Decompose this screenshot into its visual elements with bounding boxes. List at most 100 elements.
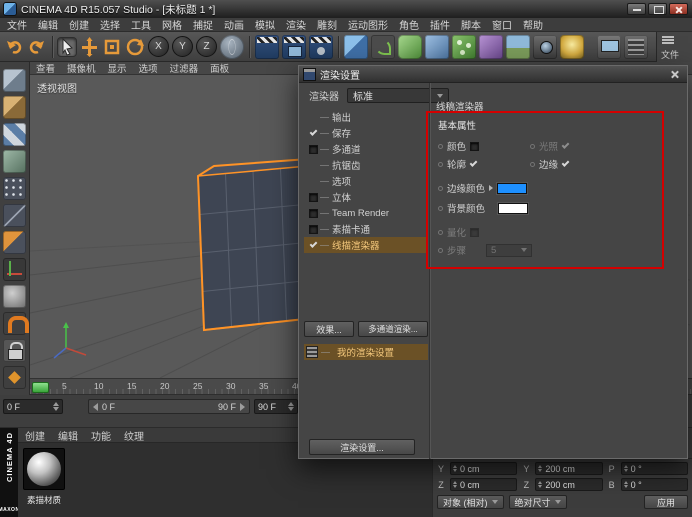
vmenu-display[interactable]: 显示 <box>108 62 127 75</box>
edges-mode-icon[interactable] <box>3 204 26 227</box>
menu-mesh[interactable]: 网格 <box>162 17 182 32</box>
dock-menu-file[interactable]: 文件 <box>661 50 679 60</box>
menu-select[interactable]: 选择 <box>100 17 120 32</box>
background-color-swatch[interactable] <box>498 203 528 214</box>
coordinate-system-icon[interactable] <box>220 35 244 59</box>
menu-file[interactable]: 文件 <box>7 17 27 32</box>
size-mode-select[interactable]: 绝对尺寸 <box>509 495 567 509</box>
menu-animate[interactable]: 动画 <box>224 17 244 32</box>
value-stepper[interactable] <box>624 465 628 472</box>
texture-mode-icon[interactable] <box>3 123 26 146</box>
polygons-mode-icon[interactable] <box>3 231 26 254</box>
preview-range-slider[interactable]: 0 F 90 F <box>88 399 250 414</box>
frame-stepper[interactable] <box>53 402 59 411</box>
value-stepper[interactable] <box>624 481 628 488</box>
render-item-save[interactable]: 保存 <box>304 125 426 141</box>
enable-axis-icon[interactable] <box>3 258 26 281</box>
spline-pen-icon[interactable] <box>371 35 395 59</box>
panel-menu-icon[interactable] <box>662 36 674 44</box>
end-frame-field[interactable]: 90 F <box>254 399 298 414</box>
value-stepper[interactable] <box>538 465 542 472</box>
points-mode-icon[interactable] <box>3 177 26 200</box>
menu-help[interactable]: 帮助 <box>523 17 543 32</box>
keyframe-selection-icon[interactable] <box>3 366 26 389</box>
checkbox-icon[interactable] <box>309 145 318 154</box>
generator-icon[interactable] <box>398 35 422 59</box>
render-item-multipass[interactable]: 多通道 <box>304 141 426 157</box>
deformer-icon[interactable] <box>479 35 503 59</box>
position-z-field[interactable]: 0 cm <box>450 478 517 491</box>
modifier-icon[interactable] <box>425 35 449 59</box>
coordinate-mode-select[interactable]: 对象 (相对) <box>437 495 504 509</box>
matmenu-function[interactable]: 功能 <box>91 428 111 443</box>
checkbox-icon[interactable] <box>309 225 318 234</box>
expander-icon[interactable] <box>489 185 493 191</box>
axis-x-button[interactable]: X <box>148 36 169 57</box>
matmenu-texture[interactable]: 纹理 <box>124 428 144 443</box>
model-mode-icon[interactable] <box>3 96 26 119</box>
size-z-field[interactable]: 200 cm <box>535 478 602 491</box>
material-thumbnail[interactable] <box>23 448 65 490</box>
close-button[interactable] <box>669 3 688 15</box>
menu-character[interactable]: 角色 <box>399 17 419 32</box>
menu-window[interactable]: 窗口 <box>492 17 512 32</box>
rotation-p-field[interactable]: 0 ° <box>621 462 688 475</box>
light-icon[interactable] <box>560 35 584 59</box>
render-item-antialiasing[interactable]: 抗锯齿 <box>304 157 426 173</box>
content-browser-icon[interactable] <box>624 35 648 59</box>
value-stepper[interactable] <box>538 481 542 488</box>
frame-stepper[interactable] <box>288 402 294 411</box>
menu-create[interactable]: 创建 <box>69 17 89 32</box>
render-settings-button[interactable]: 渲染设置... <box>309 439 415 455</box>
make-editable-icon[interactable] <box>3 69 26 92</box>
matmenu-edit[interactable]: 编辑 <box>58 428 78 443</box>
edge-color-swatch[interactable] <box>497 183 527 194</box>
menu-script[interactable]: 脚本 <box>461 17 481 32</box>
timeline-range-marker[interactable] <box>32 382 49 393</box>
menu-snap[interactable]: 捕捉 <box>193 17 213 32</box>
menu-edit[interactable]: 编辑 <box>38 17 58 32</box>
rotate-tool-icon[interactable] <box>125 37 145 57</box>
render-item-line-renderer[interactable]: 线描渲染器 <box>304 237 426 253</box>
vmenu-options[interactable]: 选项 <box>139 62 158 75</box>
render-item-options[interactable]: 选项 <box>304 173 426 189</box>
move-tool-icon[interactable] <box>79 37 99 57</box>
current-frame-field[interactable]: 0 F <box>3 399 63 414</box>
render-item-stereoscopic[interactable]: 立体 <box>304 189 426 205</box>
add-cube-icon[interactable] <box>344 35 368 59</box>
size-y-field[interactable]: 200 cm <box>535 462 602 475</box>
value-stepper[interactable] <box>453 465 457 472</box>
checkbox-icon[interactable] <box>309 193 318 202</box>
vmenu-panel[interactable]: 面板 <box>210 62 229 75</box>
maximize-button[interactable] <box>648 3 667 15</box>
menu-tools[interactable]: 工具 <box>131 17 151 32</box>
vmenu-view[interactable]: 查看 <box>36 62 55 75</box>
camera-icon[interactable] <box>533 35 557 59</box>
viewport-solo-icon[interactable] <box>3 285 26 308</box>
dialog-close-icon[interactable] <box>668 68 682 80</box>
position-y-field[interactable]: 0 cm <box>450 462 517 475</box>
range-right-arrow[interactable] <box>240 403 245 411</box>
undo-icon[interactable] <box>4 37 24 57</box>
menu-sculpt[interactable]: 雕刻 <box>317 17 337 32</box>
axis-z-button[interactable]: Z <box>196 36 217 57</box>
title-bar[interactable]: CINEMA 4D R15.057 Studio - [未标题 1 *] <box>0 0 692 18</box>
environment-icon[interactable] <box>506 35 530 59</box>
apply-button[interactable]: 应用 <box>644 495 688 509</box>
redo-icon[interactable] <box>27 37 47 57</box>
workplane-mode-icon[interactable] <box>3 150 26 173</box>
menu-mograph[interactable]: 运动图形 <box>348 17 388 32</box>
menu-render[interactable]: 渲染 <box>286 17 306 32</box>
display-mode-icon[interactable] <box>597 35 621 59</box>
dialog-title-bar[interactable]: 渲染设置 <box>299 66 687 83</box>
rotation-b-field[interactable]: 0 ° <box>621 478 688 491</box>
vmenu-filter[interactable]: 过滤器 <box>170 62 199 75</box>
range-left-arrow[interactable] <box>93 403 98 411</box>
lock-icon[interactable] <box>3 339 26 362</box>
snap-icon[interactable] <box>3 312 26 335</box>
minimize-button[interactable] <box>627 3 646 15</box>
vmenu-cameras[interactable]: 摄像机 <box>67 62 96 75</box>
render-item-team-render[interactable]: Team Render <box>304 205 426 221</box>
render-item-output[interactable]: 输出 <box>304 109 426 125</box>
axis-y-button[interactable]: Y <box>172 36 193 57</box>
